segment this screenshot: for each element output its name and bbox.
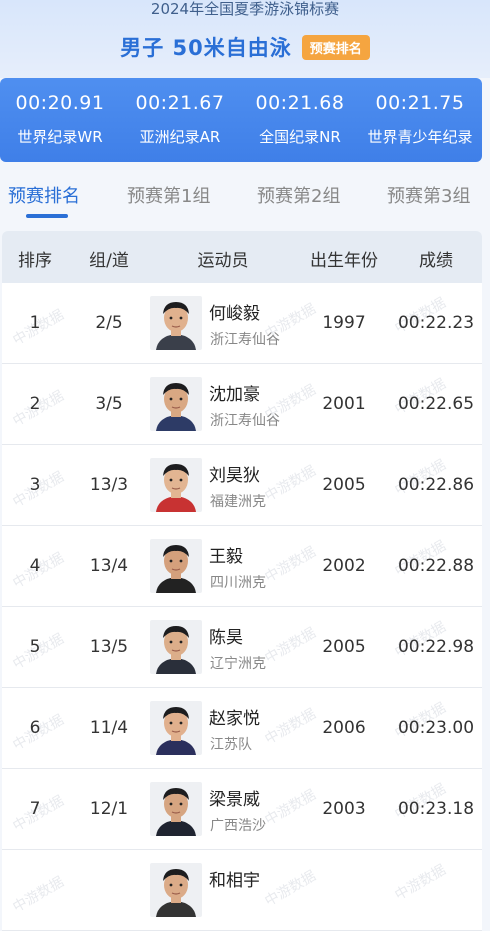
lane-cell: 13/4 [89,556,129,576]
result-cell: 00:22.23 [397,313,475,333]
rank-cell: 1 [29,313,41,333]
table-row[interactable]: 中游数据 中游数据 中游数据 5 13/5 陈昊 辽宁洲克 2005 00:22.98 [2,607,482,688]
result-cell: 00:22.88 [397,556,475,576]
column-header-result: 成绩 [419,251,453,271]
athlete-team: 浙江寿仙谷 [210,332,280,348]
birth-year-cell: 1997 [322,313,366,333]
lane-cell: 13/5 [89,637,129,657]
athlete-team: 江苏队 [210,737,252,753]
lane-cell: 12/1 [89,799,129,819]
record-national: 00:21.68 全国纪录NR [240,78,360,162]
table-row[interactable]: 中游数据 中游数据 中游数据 3 13/3 刘昊狄 福建洲克 2005 00:22.86 [2,445,482,526]
watermark: 中游数据 [262,624,319,667]
rank-cell: 2 [29,394,41,414]
athlete-photo-icon [150,377,202,431]
table-row[interactable]: 中游数据 中游数据 中游数据 6 11/4 赵家悦 江苏队 2006 00:23.00 [2,688,482,769]
rank-cell: 3 [29,475,41,495]
athlete-name: 梁景威 [209,790,260,810]
record-label: 世界青少年纪录 [367,128,473,146]
athlete-name: 王毅 [209,547,243,567]
athlete-name: 陈昊 [209,628,243,648]
athlete-photo-icon [150,296,202,350]
results-table: 中游数据 中游数据 中游数据 1 2/5 何峻毅 浙江寿仙谷 1997 00:22.23 中游数据… [2,283,482,931]
birth-year-cell: 2005 [322,637,366,657]
record-asia: 00:21.67 亚洲纪录AR [120,78,240,162]
stage-badge: 预赛排名 [301,34,370,60]
tab-heat-3[interactable]: 预赛第3组 [387,182,470,208]
athlete-team: 广西浩沙 [210,818,266,834]
tab-heat-ranking[interactable]: 预赛排名 [8,182,80,208]
result-cell: 00:22.86 [397,475,475,495]
watermark: 中游数据 [262,543,319,586]
record-world: 00:20.91 世界纪录WR [0,78,120,162]
table-row[interactable]: 中游数据 中游数据 中游数据 4 13/4 王毅 四川洲克 2002 00:22.88 [2,526,482,607]
watermark: 中游数据 [262,786,319,829]
result-cell: 00:23.00 [397,718,475,738]
record-label: 亚洲纪录AR [139,128,221,146]
watermark: 中游数据 [10,873,67,916]
record-label: 全国纪录NR [259,128,341,146]
tab-bar: 预赛排名 预赛第1组 预赛第2组 预赛第3组 [0,170,490,222]
watermark: 中游数据 [262,867,319,910]
record-time: 00:20.91 [15,92,105,114]
birth-year-cell: 2001 [322,394,366,414]
table-header: 排序 组/道 运动员 出生年份 成绩 [2,231,482,283]
record-label: 世界纪录WR [17,128,103,146]
watermark: 中游数据 [392,861,449,904]
birth-year-cell: 2002 [322,556,366,576]
athlete-photo-icon [150,863,202,917]
table-row[interactable]: 中游数据 中游数据 中游数据 7 12/1 梁景威 广西浩沙 2003 00:23.18 [2,769,482,850]
column-header-lane: 组/道 [89,251,129,271]
record-world-junior: 00:21.75 世界青少年纪录 [360,78,480,162]
active-tab-indicator [26,214,68,218]
athlete-name: 沈加豪 [209,385,260,405]
watermark: 中游数据 [262,705,319,748]
watermark: 中游数据 [262,462,319,505]
rank-cell: 5 [29,637,41,657]
page-title: 男子 50米自由泳 [120,36,292,60]
rank-cell: 4 [29,556,41,576]
athlete-name: 和相宇 [209,871,260,891]
lane-cell: 11/4 [89,718,129,738]
birth-year-cell: 2003 [322,799,366,819]
record-time: 00:21.68 [255,92,345,114]
lane-cell: 13/3 [89,475,129,495]
column-header-athlete: 运动员 [197,251,249,271]
rank-cell: 7 [29,799,41,819]
athlete-name: 赵家悦 [209,709,260,729]
lane-cell: 3/5 [95,394,123,414]
result-cell: 00:22.98 [397,637,475,657]
athlete-photo-icon [150,620,202,674]
athlete-name: 刘昊狄 [209,466,260,486]
athlete-team: 福建洲克 [210,494,266,510]
athlete-photo-icon [150,539,202,593]
result-cell: 00:23.18 [397,799,475,819]
athlete-name: 何峻毅 [209,304,260,324]
title-row: 男子 50米自由泳 预赛排名 [0,32,490,62]
column-header-rank: 排序 [18,251,52,271]
tab-heat-1[interactable]: 预赛第1组 [127,182,210,208]
athlete-team: 四川洲克 [210,575,266,591]
record-time: 00:21.67 [135,92,225,114]
birth-year-cell: 2005 [322,475,366,495]
table-row[interactable]: 中游数据 中游数据 中游数据 1 2/5 何峻毅 浙江寿仙谷 1997 00:22.23 [2,283,482,364]
athlete-team: 浙江寿仙谷 [210,413,280,429]
athlete-photo-icon [150,701,202,755]
table-row[interactable]: 中游数据 中游数据 中游数据 2 3/5 沈加豪 浙江寿仙谷 2001 00:22.65 [2,364,482,445]
athlete-photo-icon [150,458,202,512]
athlete-photo-icon [150,782,202,836]
tab-heat-2[interactable]: 预赛第2组 [257,182,340,208]
column-header-birth-year: 出生年份 [310,251,378,271]
records-banner: 00:20.91 世界纪录WR 00:21.67 亚洲纪录AR 00:21.68… [0,78,482,162]
record-time: 00:21.75 [375,92,465,114]
result-cell: 00:22.65 [397,394,475,414]
birth-year-cell: 2006 [322,718,366,738]
athlete-team: 辽宁洲克 [210,656,266,672]
lane-cell: 2/5 [95,313,123,333]
rank-cell: 6 [29,718,41,738]
header: 2024年全国夏季游泳锦标赛 男子 50米自由泳 预赛排名 [0,0,490,78]
table-row[interactable]: 中游数据 中游数据 中游数据 和相宇 [2,850,482,931]
event-subtitle: 2024年全国夏季游泳锦标赛 [150,0,340,18]
